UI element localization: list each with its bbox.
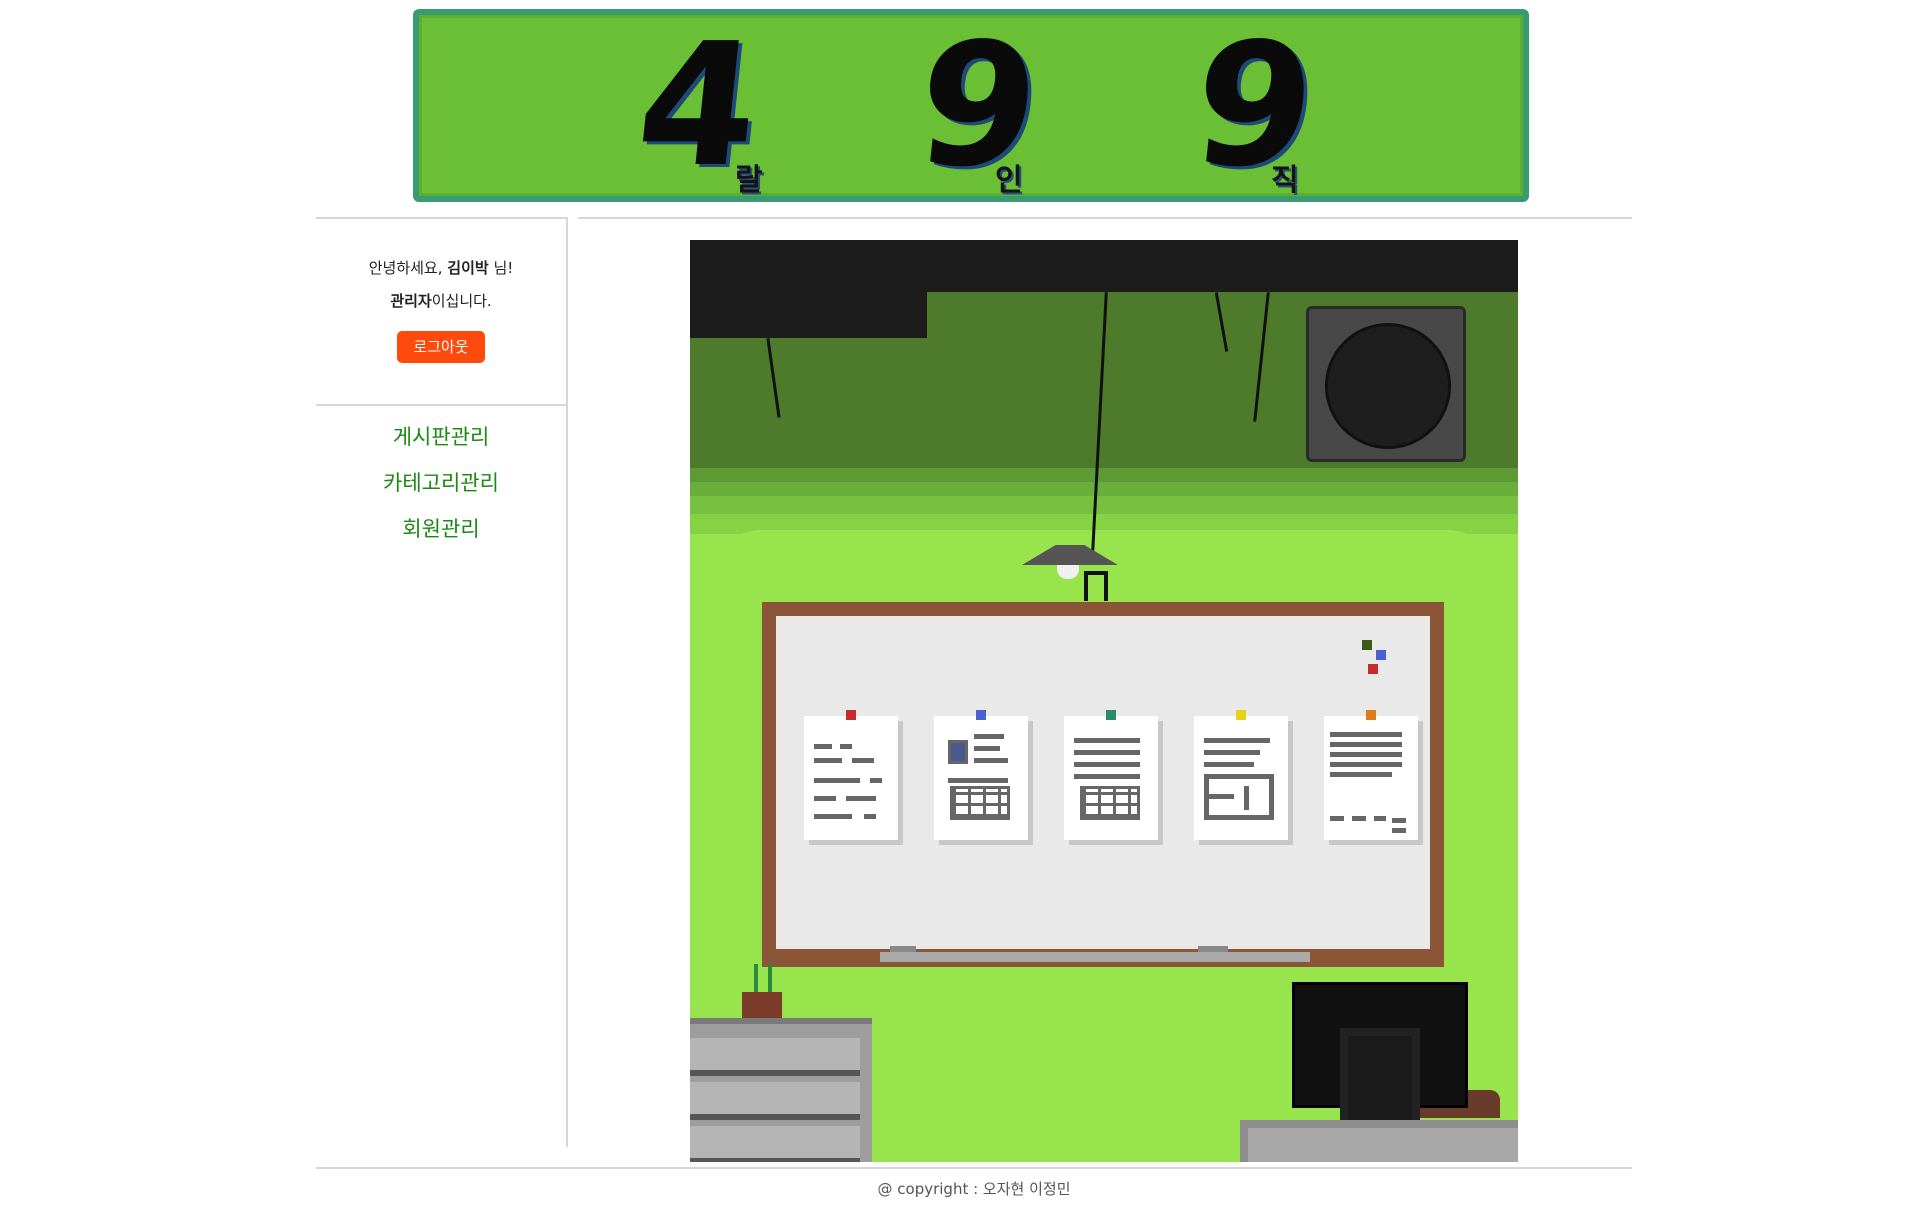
plant-leaves (754, 964, 772, 994)
sidebar-top-divider (316, 217, 566, 219)
pinned-note (804, 710, 898, 840)
role-name: 관리자 (390, 292, 432, 310)
pinned-note (1194, 710, 1288, 840)
pin-icon (976, 710, 986, 720)
wall-shade-band (690, 482, 1518, 496)
lamp-clip (1084, 571, 1108, 601)
ventilation-fan (1306, 306, 1466, 462)
desk (1240, 1120, 1518, 1162)
plant-pot (742, 992, 782, 1020)
ceiling (690, 240, 1518, 292)
pin-icon (1106, 710, 1116, 720)
greeting-text: 안녕하세요, 김이박 님! (316, 258, 566, 278)
marker (890, 946, 916, 952)
eraser (1198, 946, 1228, 952)
greeting-prefix: 안녕하세요, (368, 259, 448, 277)
fan-blades (1325, 323, 1451, 449)
filing-cabinet (690, 1018, 872, 1162)
banner-sub-jik: 직 (1271, 163, 1299, 198)
table-graphic (950, 786, 1010, 820)
pin-icon (1366, 710, 1376, 720)
role-suffix: 이십니다. (431, 292, 492, 310)
banner-sub-in: 인 (995, 163, 1023, 198)
role-text: 관리자이십니다. (316, 291, 566, 311)
sidebar-menu-divider (316, 404, 566, 406)
wall-shade-band (690, 468, 1518, 482)
greeting-suffix: 님! (488, 259, 514, 277)
pinned-note (1324, 710, 1418, 840)
pin-icon (1236, 710, 1246, 720)
banner-digit-9b: 9 (1184, 7, 1324, 205)
sidebar-vertical-divider (566, 217, 568, 1147)
footer-divider (316, 1167, 1632, 1169)
menu-board-management[interactable]: 게시판관리 (316, 424, 566, 450)
menu-category-management[interactable]: 카테고리관리 (316, 470, 566, 496)
magnet (1362, 640, 1372, 650)
pinned-note (1064, 710, 1158, 840)
pin-icon (846, 710, 856, 720)
site-banner-logo[interactable]: 4 랄 9 인 9 직 (413, 7, 1529, 205)
table-graphic (1080, 786, 1140, 820)
wall-shade-band (690, 496, 1518, 514)
content-top-divider (578, 217, 1632, 219)
ceiling-beam (690, 292, 927, 338)
magnet (1368, 664, 1378, 674)
whiteboard-tray (880, 952, 1310, 962)
pinned-note (934, 710, 1028, 840)
logout-button[interactable]: 로그아웃 (397, 331, 485, 363)
user-name: 김이박 (447, 259, 489, 277)
menu-member-management[interactable]: 회원관리 (316, 516, 566, 542)
monitor-stand (1340, 1028, 1420, 1120)
magnet (1376, 650, 1386, 660)
footer-copyright: @ copyright : 오자현 이정민 (877, 1180, 1071, 1198)
banner-digit-9a: 9 (908, 7, 1048, 205)
banner-sub-ral: 랄 (735, 163, 763, 198)
office-scene-illustration (690, 240, 1518, 1162)
